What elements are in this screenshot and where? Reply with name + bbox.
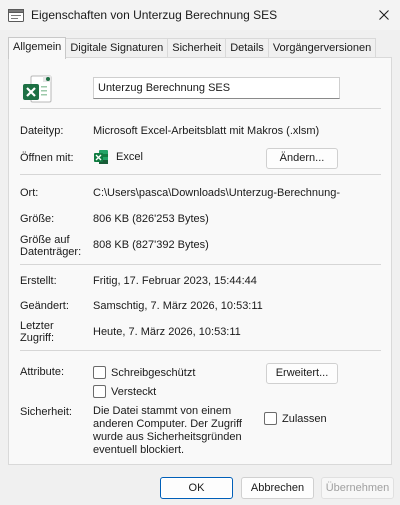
document-icon	[8, 9, 24, 22]
readonly-label[interactable]: Schreibgeschützt	[111, 367, 195, 379]
file-type-label: Dateityp:	[20, 125, 64, 137]
tab-general[interactable]: Allgemein	[8, 37, 67, 59]
apply-button[interactable]: Übernehmen	[321, 477, 394, 499]
hidden-label[interactable]: Versteckt	[111, 386, 156, 398]
opens-with-app: Excel	[116, 151, 143, 163]
excel-app-icon	[94, 150, 108, 164]
cancel-button[interactable]: Abbrechen	[241, 477, 314, 499]
separator	[20, 350, 381, 351]
size-label: Größe:	[20, 213, 55, 225]
properties-dialog: Eigenschaften von Unterzug Berechnung SE…	[0, 0, 400, 505]
excel-file-icon	[23, 75, 52, 103]
location-label: Ort:	[20, 187, 39, 199]
unblock-checkbox[interactable]	[264, 412, 277, 425]
change-button[interactable]: Ändern...	[266, 148, 338, 169]
security-label: Sicherheit:	[20, 406, 72, 418]
window-title: Eigenschaften von Unterzug Berechnung SE…	[31, 8, 278, 22]
tab-details[interactable]: Details	[225, 38, 269, 58]
security-text: Die Datei stammt von einem anderen Compu…	[93, 405, 242, 456]
location-value: C:\Users\pasca\Downloads\Unterzug-Berech…	[93, 187, 341, 199]
attributes-label: Attribute:	[20, 366, 65, 378]
hidden-checkbox[interactable]	[93, 385, 106, 398]
unblock-label[interactable]: Zulassen	[282, 413, 327, 425]
ok-button[interactable]: OK	[160, 477, 233, 499]
tab-digital-signatures[interactable]: Digitale Signaturen	[65, 38, 169, 58]
general-panel: Dateityp: Microsoft Excel-Arbeitsblatt m…	[8, 57, 392, 465]
accessed-label: Letzter Zugriff:	[20, 320, 55, 344]
title-bar: Eigenschaften von Unterzug Berechnung SE…	[0, 0, 400, 30]
size-value: 806 KB (826'253 Bytes)	[93, 213, 209, 225]
size-on-disk-label: Größe auf Datenträger:	[20, 234, 82, 258]
readonly-checkbox[interactable]	[93, 366, 106, 379]
close-button[interactable]	[372, 4, 396, 26]
separator	[20, 174, 381, 175]
file-type-value: Microsoft Excel-Arbeitsblatt mit Makros …	[93, 125, 320, 137]
separator	[20, 108, 381, 109]
separator	[20, 264, 381, 265]
opens-with-label: Öffnen mit:	[20, 152, 74, 164]
size-on-disk-value: 808 KB (827'392 Bytes)	[93, 239, 209, 251]
created-value: Fritig, 17. Februar 2023, 15:44:44	[93, 275, 257, 287]
tab-security[interactable]: Sicherheit	[167, 38, 227, 58]
created-label: Erstellt:	[20, 275, 57, 287]
advanced-button[interactable]: Erweitert...	[266, 363, 338, 384]
modified-label: Geändert:	[20, 300, 69, 312]
tab-previous-versions[interactable]: Vorgängerversionen	[267, 38, 377, 58]
tab-strip: Allgemein Digitale Signaturen Sicherheit…	[8, 37, 377, 59]
modified-value: Samschtig, 7. März 2026, 10:53:11	[93, 300, 263, 312]
file-name-input[interactable]	[93, 77, 340, 99]
accessed-value: Heute, 7. März 2026, 10:53:11	[93, 326, 241, 338]
close-icon	[379, 10, 389, 20]
